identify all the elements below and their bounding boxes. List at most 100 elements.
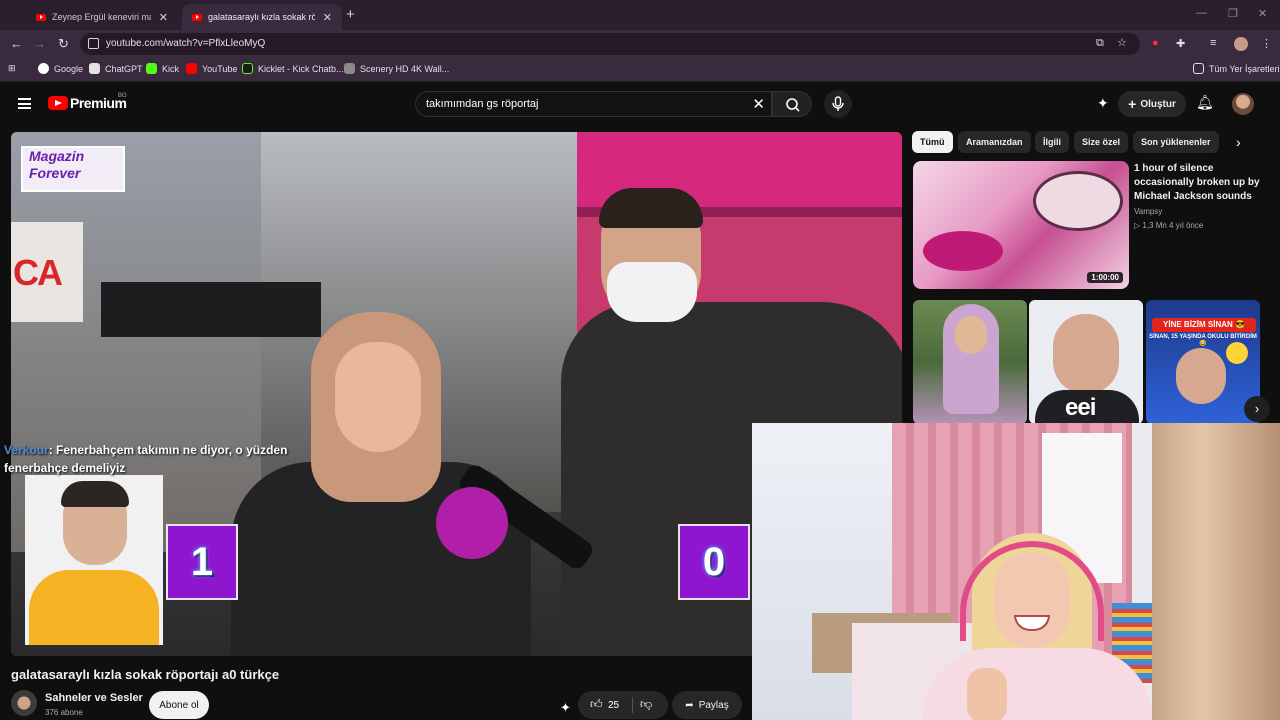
- laughing-emoji-icon: [1226, 342, 1248, 364]
- thumbs-up-icon[interactable]: 👍︎: [590, 697, 603, 712]
- recommendation-meta: ▷ 1,3 Mn 4 yıl önce: [1134, 221, 1204, 230]
- score-right: 0: [678, 524, 750, 600]
- bookmark-google[interactable]: Google: [38, 63, 83, 74]
- chip-for-you[interactable]: Size özel: [1074, 131, 1129, 153]
- bookmark-kicklet[interactable]: Kicklet - Kick Chatb...: [242, 63, 344, 74]
- close-icon[interactable]: ✕: [323, 11, 332, 24]
- chip-all[interactable]: Tümü: [912, 131, 953, 153]
- browser-tab-bar: Zeynep Ergül keneviri marul sa ✕ galatas…: [0, 0, 1280, 30]
- tab-label: Zeynep Ergül keneviri marul sa: [52, 12, 151, 22]
- score-left: 1: [166, 524, 238, 600]
- new-tab-button[interactable]: +: [346, 6, 355, 23]
- chat-username: Verkour: [4, 443, 49, 457]
- divider: [632, 697, 633, 713]
- reload-icon[interactable]: ↻: [58, 36, 69, 52]
- chevron-right-icon[interactable]: ›: [1244, 396, 1270, 422]
- folder-icon: [1193, 63, 1204, 74]
- forward-icon[interactable]: →: [33, 36, 46, 51]
- search-input[interactable]: takımımdan gs röportaj ✕: [415, 91, 772, 117]
- chatgpt-icon: [89, 63, 100, 74]
- chip-recent[interactable]: Son yüklenenler: [1133, 131, 1219, 153]
- notifications-bell-icon[interactable]: 🔔︎: [1196, 94, 1214, 111]
- watermark-line: Magazin: [29, 148, 85, 164]
- create-label: Oluştur: [1140, 98, 1176, 110]
- microphone-icon: [832, 96, 844, 111]
- extension-record-icon[interactable]: ●: [1152, 37, 1159, 49]
- chip-from-search[interactable]: Aramanızdan: [958, 131, 1031, 153]
- short-thumbnail[interactable]: eei: [1029, 300, 1143, 424]
- recommendation-channel[interactable]: Vampsy: [1134, 207, 1162, 216]
- window-close-icon[interactable]: ✕: [1258, 7, 1267, 20]
- media-control-icon[interactable]: ≡: [1210, 37, 1216, 49]
- search-icon: [786, 98, 800, 112]
- tab-zeynep[interactable]: Zeynep Ergül keneviri marul sa ✕: [26, 4, 178, 30]
- ai-sparkle-icon[interactable]: ✦: [560, 700, 571, 716]
- chip-related[interactable]: İlgili: [1035, 131, 1069, 153]
- bookmark-youtube[interactable]: YouTube: [186, 63, 237, 74]
- youtube-favicon-icon: [192, 13, 202, 21]
- kick-icon: [146, 63, 157, 74]
- like-dislike-group: 👍︎ 25 👎︎: [578, 691, 668, 719]
- hamburger-menu-icon[interactable]: [18, 98, 31, 109]
- avatar[interactable]: [1232, 93, 1254, 115]
- bookmark-label: Kick: [162, 63, 180, 74]
- apps-grid-icon[interactable]: ⊞: [8, 63, 16, 74]
- menu-dots-icon[interactable]: ⋮: [1261, 37, 1272, 50]
- recommendation-title[interactable]: 1 hour of silence occasionally broken up…: [1134, 162, 1269, 204]
- channel-name[interactable]: Sahneler ve Sesler: [45, 692, 143, 704]
- cast-icon[interactable]: ⧉: [1096, 37, 1104, 50]
- clear-search-icon[interactable]: ✕: [752, 95, 765, 113]
- bookmark-scenery[interactable]: Scenery HD 4K Wall...: [344, 63, 449, 74]
- close-icon[interactable]: ✕: [159, 11, 168, 24]
- tab-label: galatasaraylı kızla sokak röp: [208, 12, 315, 22]
- wardrobe: [1152, 423, 1280, 720]
- plus-icon: +: [1128, 96, 1137, 112]
- maximize-icon[interactable]: ❐: [1228, 7, 1238, 20]
- bookmark-label: Google: [54, 63, 84, 74]
- ai-sparkle-icon[interactable]: ✦: [1097, 95, 1109, 112]
- url-text[interactable]: youtube.com/watch?v=PflxLleoMyQ: [106, 38, 265, 49]
- share-arrow-icon: ➦: [685, 699, 694, 711]
- extensions-icon[interactable]: ✚: [1176, 37, 1185, 50]
- bookmark-label: Kicklet - Kick Chatb...: [258, 63, 344, 74]
- omnibox[interactable]: youtube.com/watch?v=PflxLleoMyQ ⧉ ☆: [80, 33, 1140, 55]
- voice-search-button[interactable]: [824, 90, 852, 118]
- search-button[interactable]: [772, 91, 812, 117]
- back-icon[interactable]: ←: [10, 36, 23, 51]
- bookmark-chatgpt[interactable]: ChatGPT: [89, 63, 143, 74]
- tab-galatasarayli[interactable]: galatasaraylı kızla sokak röp ✕: [182, 4, 342, 30]
- short-thumbnail[interactable]: [913, 300, 1027, 424]
- streamer-shirt: [922, 648, 1152, 720]
- youtube-header: Premium BG takımımdan gs röportaj ✕ ✦ + O…: [0, 83, 1280, 127]
- share-label: Paylaş: [698, 699, 729, 711]
- youtube-icon: [186, 63, 197, 74]
- create-button[interactable]: + Oluştur: [1118, 91, 1186, 117]
- streamer-hand: [967, 668, 1007, 720]
- bookmark-kick[interactable]: Kick: [146, 63, 179, 74]
- share-button[interactable]: ➦ Paylaş: [672, 691, 742, 719]
- short-caption: eei: [1065, 394, 1096, 421]
- bookmark-label: Tüm Yer İşaretleri: [1209, 63, 1280, 74]
- search-query[interactable]: takımımdan gs röportaj: [426, 98, 539, 110]
- channel-avatar[interactable]: [11, 690, 37, 716]
- bookmark-star-icon[interactable]: ☆: [1117, 36, 1127, 49]
- subscriber-count: 376 abone: [45, 708, 83, 717]
- recommendation-thumbnail[interactable]: 1:00:00: [913, 161, 1129, 289]
- chevron-right-icon[interactable]: ›: [1236, 134, 1241, 150]
- kicklet-icon: [242, 63, 253, 74]
- site-info-icon[interactable]: [88, 38, 99, 49]
- youtube-logo-icon[interactable]: [48, 96, 68, 110]
- profile-avatar-icon[interactable]: [1234, 37, 1248, 51]
- subscribe-button[interactable]: Abone ol: [149, 691, 209, 719]
- short-thumbnail[interactable]: YİNE BİZİM SİNAN 😎 SİNAN, 15 YAŞINDA OKU…: [1146, 300, 1260, 424]
- minimize-icon[interactable]: —: [1196, 7, 1207, 19]
- all-bookmarks[interactable]: Tüm Yer İşaretleri: [1193, 63, 1280, 74]
- microphone-logo: [436, 487, 508, 559]
- like-count[interactable]: 25: [608, 700, 619, 711]
- bookmark-label: ChatGPT: [105, 63, 143, 74]
- streamer-webcam: [752, 423, 1280, 720]
- thumbs-down-icon[interactable]: 👎︎: [640, 697, 652, 712]
- score-value: 0: [702, 539, 726, 584]
- video-duration: 1:00:00: [1087, 272, 1123, 283]
- address-bar-row: ← → ↻ youtube.com/watch?v=PflxLleoMyQ ⧉ …: [0, 30, 1280, 58]
